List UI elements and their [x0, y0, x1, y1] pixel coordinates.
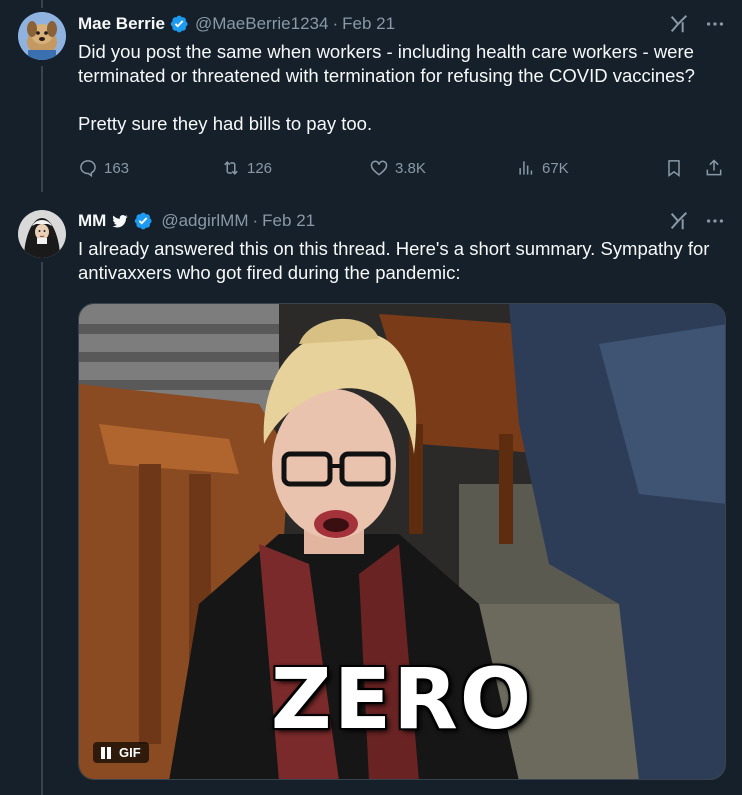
- gif-badge: GIF: [119, 745, 141, 760]
- like-button[interactable]: 3.8K: [369, 158, 516, 178]
- display-name[interactable]: Mae Berrie: [78, 14, 165, 34]
- bookmark-icon: [668, 160, 680, 177]
- separator-dot: ·: [252, 211, 259, 230]
- avatar[interactable]: [18, 12, 66, 60]
- timestamp[interactable]: Feb 21: [262, 211, 315, 231]
- tweet-paragraph: Pretty sure they had bills to pay too.: [78, 113, 373, 134]
- share-icon: [706, 159, 722, 176]
- handle[interactable]: @adgirlMM: [161, 211, 248, 231]
- tweet-header: MM @adgirlMM · Feb 21: [78, 209, 726, 233]
- share-button[interactable]: [704, 158, 724, 178]
- timestamp[interactable]: Feb 21: [342, 14, 395, 34]
- more-options-icon[interactable]: [704, 210, 726, 232]
- gif-media[interactable]: ZERO GIF: [78, 303, 726, 780]
- action-bar: 163 126 3.8K 67K: [78, 155, 728, 181]
- reply-button[interactable]: 163: [78, 158, 221, 178]
- reply-icon: [80, 160, 96, 178]
- like-count: 3.8K: [395, 159, 426, 177]
- gif-caption: ZERO: [270, 650, 534, 748]
- separator-dot: ·: [332, 14, 339, 33]
- grok-icon[interactable]: [668, 210, 690, 232]
- tweet-paragraph: I already answered this on this thread. …: [78, 238, 710, 283]
- repost-icon: [224, 161, 238, 175]
- tweet-mae-berrie[interactable]: Mae Berrie @MaeBerrie1234 · Feb 21 Did y…: [0, 0, 742, 200]
- pause-icon[interactable]: [99, 746, 113, 760]
- tweet-text: Did you post the same when workers - inc…: [78, 40, 728, 136]
- verified-badge-icon: [169, 14, 189, 34]
- handle[interactable]: @MaeBerrie1234: [195, 14, 329, 34]
- repost-count: 126: [247, 159, 273, 177]
- views-count: 67K: [542, 159, 569, 177]
- display-name[interactable]: MM: [78, 211, 106, 231]
- header-actions: [668, 13, 726, 35]
- tweet-text: I already answered this on this thread. …: [78, 237, 728, 285]
- bookmark-button[interactable]: [664, 158, 704, 178]
- repost-button[interactable]: 126: [221, 158, 369, 178]
- avatar[interactable]: [18, 210, 66, 258]
- views-button[interactable]: 67K: [516, 158, 664, 178]
- reply-count: 163: [104, 159, 130, 177]
- views-icon: [519, 161, 533, 175]
- heart-icon: [370, 160, 388, 176]
- gif-controls[interactable]: GIF: [93, 742, 149, 763]
- bird-icon: [111, 212, 129, 230]
- more-options-icon[interactable]: [704, 13, 726, 35]
- verified-badge-icon: [133, 211, 153, 231]
- tweet-paragraph: Did you post the same when workers - inc…: [78, 41, 695, 86]
- header-actions: [668, 210, 726, 232]
- tweet-header: Mae Berrie @MaeBerrie1234 · Feb 21: [78, 12, 726, 36]
- grok-icon[interactable]: [668, 13, 690, 35]
